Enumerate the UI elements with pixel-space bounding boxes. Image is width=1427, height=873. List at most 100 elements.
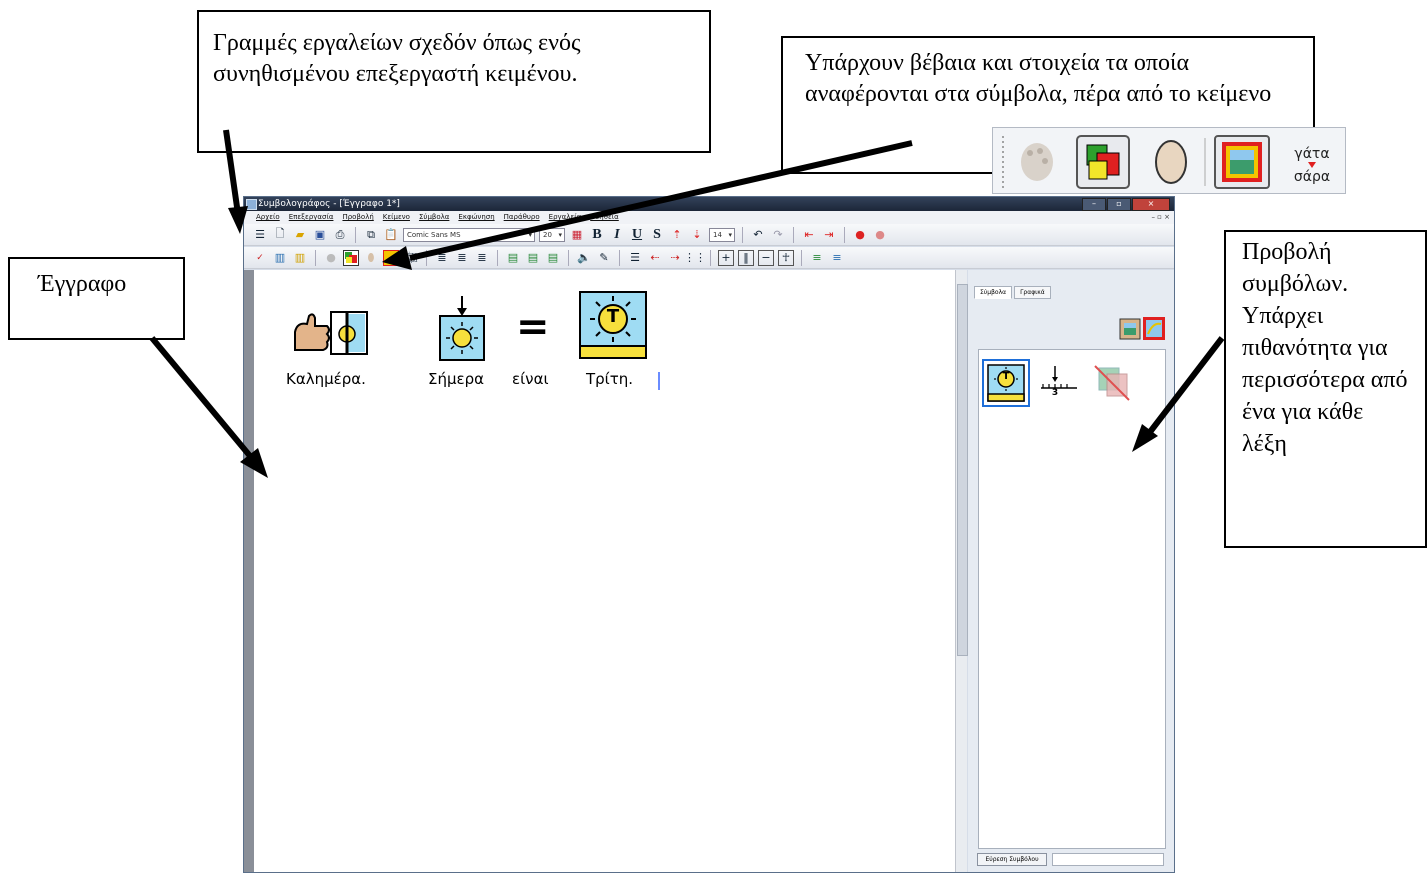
symbol-above-icon[interactable]: ▤ xyxy=(505,250,521,266)
zoom-word-bottom: σάρα xyxy=(1294,169,1330,185)
symbol-toolbar: ✓ ▥ ▥ ● ⬮ γάτα σάρα ≣ ≣ ≣ ▤ ▤ ▤ 🔈 ✎ ☰ ⇠ … xyxy=(244,247,1174,269)
indent-left-icon[interactable]: ⇤ xyxy=(801,227,817,243)
color-symbols-mini-graphic xyxy=(345,251,357,263)
menu-view[interactable]: Προβολή xyxy=(342,211,373,224)
separator xyxy=(619,249,620,266)
menu-bar: Αρχείο Επεξεργασία Προβολή Κείμενο Σύμβο… xyxy=(244,211,1174,224)
print-icon[interactable]: ⎙ xyxy=(332,227,348,243)
spacing-plus-icon[interactable]: + xyxy=(718,249,734,266)
palette-icon[interactable] xyxy=(1021,143,1053,181)
stop-icon[interactable]: ● xyxy=(872,227,888,243)
menu-edit[interactable]: Επεξεργασία xyxy=(289,211,334,224)
scrollbar-thumb[interactable] xyxy=(957,284,968,656)
spacing-pipe-icon[interactable]: ‖ xyxy=(738,249,754,266)
word-today: Σήμερα xyxy=(428,370,485,388)
redo-icon[interactable]: ↷ xyxy=(770,227,786,243)
indent-right-icon[interactable]: ⇥ xyxy=(821,227,837,243)
tab-symbols[interactable]: Σύμβολα xyxy=(974,286,1013,299)
symbol-only-icon[interactable]: ▤ xyxy=(545,250,561,266)
grid-icon[interactable]: ☰ xyxy=(252,227,268,243)
speech-bubble-icon[interactable]: ● xyxy=(852,227,868,243)
symbol-option-selected[interactable]: T xyxy=(982,359,1030,407)
paste-icon[interactable]: 📋 xyxy=(383,227,399,243)
vertical-scrollbar[interactable] xyxy=(955,270,968,872)
align-left-icon[interactable]: ≣ xyxy=(434,250,450,266)
font-name-combo[interactable]: Comic Sans MS ▾ xyxy=(403,227,535,242)
spacing-minus-icon[interactable]: − xyxy=(758,249,774,266)
text-color-icon[interactable]: ▦ xyxy=(569,227,585,243)
symbol-option-calendar[interactable]: 3 xyxy=(1039,364,1079,404)
menu-tools[interactable]: Εργαλεία xyxy=(549,211,582,224)
menu-speech[interactable]: Εκφώνηση xyxy=(458,211,494,224)
columns-icon[interactable]: ⋮⋮ xyxy=(684,250,706,266)
chevron-down-icon: ▾ xyxy=(528,230,532,239)
align-right-icon[interactable]: ≣ xyxy=(474,250,490,266)
undo-icon[interactable]: ↶ xyxy=(750,227,766,243)
zoomed-toolbar-icons: γάτα σάρα xyxy=(1002,135,1330,189)
menu-file[interactable]: Αρχείο xyxy=(256,211,280,224)
copy-icon[interactable]: ⧉ xyxy=(363,227,379,243)
font-size-value: 20 xyxy=(543,230,552,239)
egg-shape-icon[interactable] xyxy=(1155,140,1187,184)
menu-help[interactable]: Βοήθεια xyxy=(590,211,619,224)
person-icon[interactable]: ☥ xyxy=(778,249,794,266)
calendar-number: 3 xyxy=(1051,388,1059,398)
color-symbols-icon[interactable] xyxy=(1076,135,1130,189)
panel-tabs: Σύμβολα Γραφικά xyxy=(974,286,1051,299)
bullet-list-icon[interactable]: ☰ xyxy=(627,250,643,266)
maximize-button[interactable]: ▫ xyxy=(1107,198,1131,211)
menu-window[interactable]: Παράθυρο xyxy=(504,211,540,224)
document-area[interactable]: Καλημέρα. Σήμερα = είναι T Τρίτη. xyxy=(254,270,955,872)
edit-picture-icon[interactable] xyxy=(1143,317,1165,340)
font-size-combo[interactable]: 20 ▾ xyxy=(539,227,565,242)
text-cursor xyxy=(658,372,660,390)
paragraph-blue-icon[interactable]: ≡ xyxy=(829,250,845,266)
chevron-down-icon: ▾ xyxy=(558,230,562,239)
line-spacing-up-icon[interactable]: ⇡ xyxy=(669,227,685,243)
word-good-morning: Καλημέρα. xyxy=(286,370,366,388)
today-symbol xyxy=(439,296,485,361)
open-folder-icon[interactable]: ▰ xyxy=(292,227,308,243)
menu-text[interactable]: Κείμενο xyxy=(383,211,410,224)
speaker-icon[interactable]: 🔈 xyxy=(576,250,592,266)
close-button[interactable]: × xyxy=(1132,198,1170,211)
picture-frame-icon[interactable] xyxy=(1119,318,1141,340)
symbol-below-icon[interactable]: ▤ xyxy=(525,250,541,266)
bold-button[interactable]: B xyxy=(589,227,605,243)
tab-graphics[interactable]: Γραφικά xyxy=(1014,286,1051,299)
symbol-option-no-picture[interactable] xyxy=(1091,364,1133,404)
small-word-bottom: σάρα xyxy=(404,257,418,264)
picture-icon-small[interactable] xyxy=(383,249,399,266)
speak-selection-icon[interactable]: ✎ xyxy=(596,250,612,266)
zoomed-symbol-toolbar: γάτα σάρα xyxy=(992,127,1346,194)
find-symbol-button[interactable]: Εύρεση Συμβόλου xyxy=(977,853,1047,866)
spellcheck-icon[interactable]: ✓ xyxy=(252,250,268,266)
mdi-controls[interactable]: – ▫ × xyxy=(1151,213,1170,221)
increase-indent-icon[interactable]: ⇢ xyxy=(667,250,683,266)
symbol-view-callout: Προβολή συμβόλων. Υπάρχει πιθανότητα για… xyxy=(1224,230,1427,548)
minimize-button[interactable]: – xyxy=(1082,198,1106,211)
sun-letter: T xyxy=(606,306,620,327)
color-symbols-icon-small[interactable] xyxy=(343,249,359,266)
book-yellow-icon[interactable]: ▥ xyxy=(292,250,308,266)
align-center-icon[interactable]: ≣ xyxy=(454,250,470,266)
separator xyxy=(710,249,711,266)
line-spacing-down-icon[interactable]: ⇣ xyxy=(689,227,705,243)
find-symbol-input[interactable] xyxy=(1052,853,1164,866)
tuesday-symbol: T xyxy=(578,290,650,362)
new-document-icon[interactable]: 🗋 xyxy=(272,227,288,243)
spacing-combo[interactable]: 14 ▾ xyxy=(709,227,735,242)
word-symbol-icon-small[interactable]: γάτα σάρα xyxy=(403,250,419,266)
decrease-indent-icon[interactable]: ⇠ xyxy=(647,250,663,266)
egg-icon-small[interactable]: ⬮ xyxy=(363,250,379,266)
book-icon[interactable]: ▥ xyxy=(272,250,288,266)
document-callout: Έγγραφο xyxy=(8,257,185,340)
strikethrough-button[interactable]: S xyxy=(649,227,665,243)
menu-symbols[interactable]: Σύμβολα xyxy=(419,211,449,224)
underline-button[interactable]: U xyxy=(629,227,645,243)
picture-frame-icon[interactable] xyxy=(1214,135,1270,189)
italic-button[interactable]: I xyxy=(609,227,625,243)
palette-icon-small[interactable]: ● xyxy=(323,250,339,266)
save-icon[interactable]: ▣ xyxy=(312,227,328,243)
paragraph-green-icon[interactable]: ≡ xyxy=(809,250,825,266)
